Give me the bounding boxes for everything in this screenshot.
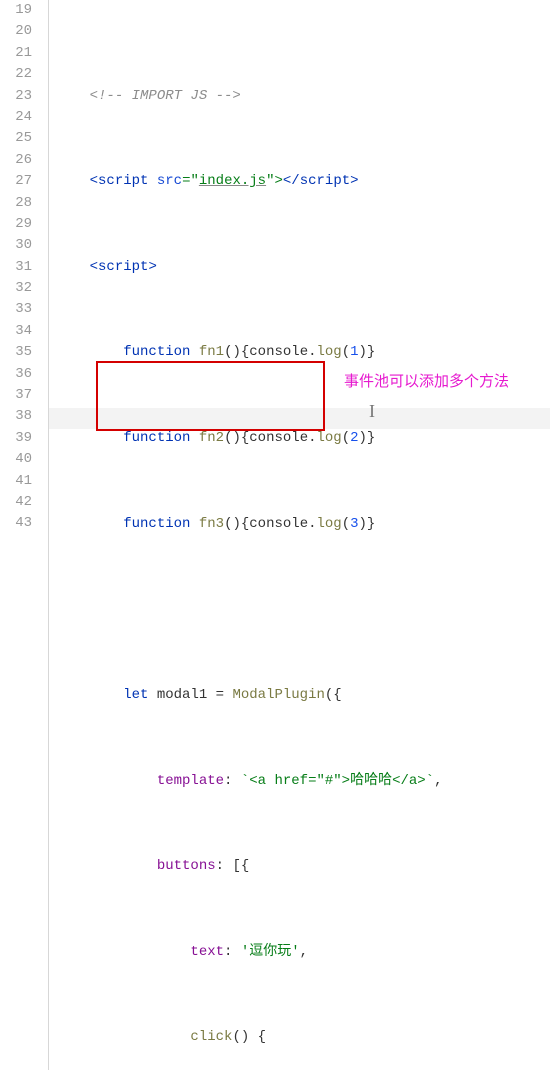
line-number: 38 bbox=[0, 406, 32, 427]
line-number: 36 bbox=[0, 364, 32, 385]
line-number: 37 bbox=[0, 385, 32, 406]
line-number: 22 bbox=[0, 64, 32, 85]
line-number: 30 bbox=[0, 235, 32, 256]
line-number: 23 bbox=[0, 86, 32, 107]
code-line[interactable]: function fn2(){console.log(2)} bbox=[56, 428, 550, 449]
code-line[interactable] bbox=[56, 599, 550, 620]
line-number: 39 bbox=[0, 428, 32, 449]
line-number: 26 bbox=[0, 150, 32, 171]
line-number: 25 bbox=[0, 128, 32, 149]
line-number: 27 bbox=[0, 171, 32, 192]
line-number: 41 bbox=[0, 471, 32, 492]
code-line[interactable]: <script> bbox=[56, 257, 550, 278]
line-number: 20 bbox=[0, 21, 32, 42]
annotation-text: 事件池可以添加多个方法 bbox=[344, 371, 544, 393]
code-line[interactable]: buttons: [{ bbox=[56, 856, 550, 877]
fold-gutter bbox=[36, 0, 48, 1070]
line-number: 32 bbox=[0, 278, 32, 299]
line-number: 21 bbox=[0, 43, 32, 64]
line-number: 29 bbox=[0, 214, 32, 235]
line-number: 19 bbox=[0, 0, 32, 21]
code-editor[interactable]: 19 20 21 22 23 24 25 26 27 28 29 30 31 3… bbox=[0, 0, 550, 1070]
code-area[interactable]: <!-- IMPORT JS --> <script src="index.js… bbox=[48, 0, 550, 1070]
code-line[interactable]: <script src="index.js"></script> bbox=[56, 171, 550, 192]
line-number: 42 bbox=[0, 492, 32, 513]
mouse-text-cursor-icon: I bbox=[369, 401, 375, 422]
line-number: 35 bbox=[0, 342, 32, 363]
line-number: 43 bbox=[0, 513, 32, 534]
code-line[interactable]: function fn3(){console.log(3)} bbox=[56, 514, 550, 535]
code-line[interactable]: click() { bbox=[56, 1027, 550, 1048]
line-number-gutter: 19 20 21 22 23 24 25 26 27 28 29 30 31 3… bbox=[0, 0, 36, 1070]
line-number: 28 bbox=[0, 193, 32, 214]
code-line[interactable]: function fn1(){console.log(1)} bbox=[56, 342, 550, 363]
code-line[interactable]: text: '逗你玩', bbox=[56, 942, 550, 963]
code-line[interactable]: template: `<a href="#">哈哈哈</a>`, bbox=[56, 771, 550, 792]
line-number: 40 bbox=[0, 449, 32, 470]
line-number: 31 bbox=[0, 257, 32, 278]
code-line[interactable]: let modal1 = ModalPlugin({ bbox=[56, 685, 550, 706]
code-line[interactable]: <!-- IMPORT JS --> bbox=[56, 86, 550, 107]
line-number: 33 bbox=[0, 299, 32, 320]
line-number: 34 bbox=[0, 321, 32, 342]
line-number: 24 bbox=[0, 107, 32, 128]
current-line-highlight bbox=[48, 408, 550, 429]
